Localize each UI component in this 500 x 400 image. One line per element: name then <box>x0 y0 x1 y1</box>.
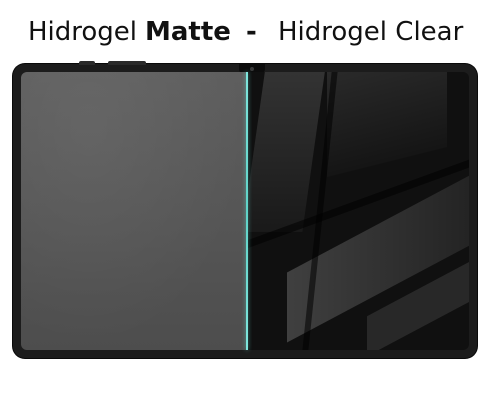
tablet-device <box>13 61 477 358</box>
matte-label-prefix: Hidrogel <box>28 17 138 47</box>
film-divider-line <box>246 72 248 350</box>
matte-label-bold: Matte <box>145 17 231 47</box>
volume-button <box>79 61 95 65</box>
product-comparison-image: Hidrogel Matte - Hidrogel Clear <box>0 0 500 400</box>
tablet-screen <box>21 72 469 350</box>
power-button <box>108 61 146 65</box>
comparison-headline: Hidrogel Matte - Hidrogel Clear <box>0 12 500 52</box>
matte-film-half <box>21 72 247 350</box>
window-reflection <box>327 72 447 177</box>
headline-separator: - <box>246 17 257 47</box>
window-reflection <box>247 72 328 232</box>
clear-film-half <box>247 72 469 350</box>
clear-label: Hidrogel Clear <box>278 17 464 47</box>
